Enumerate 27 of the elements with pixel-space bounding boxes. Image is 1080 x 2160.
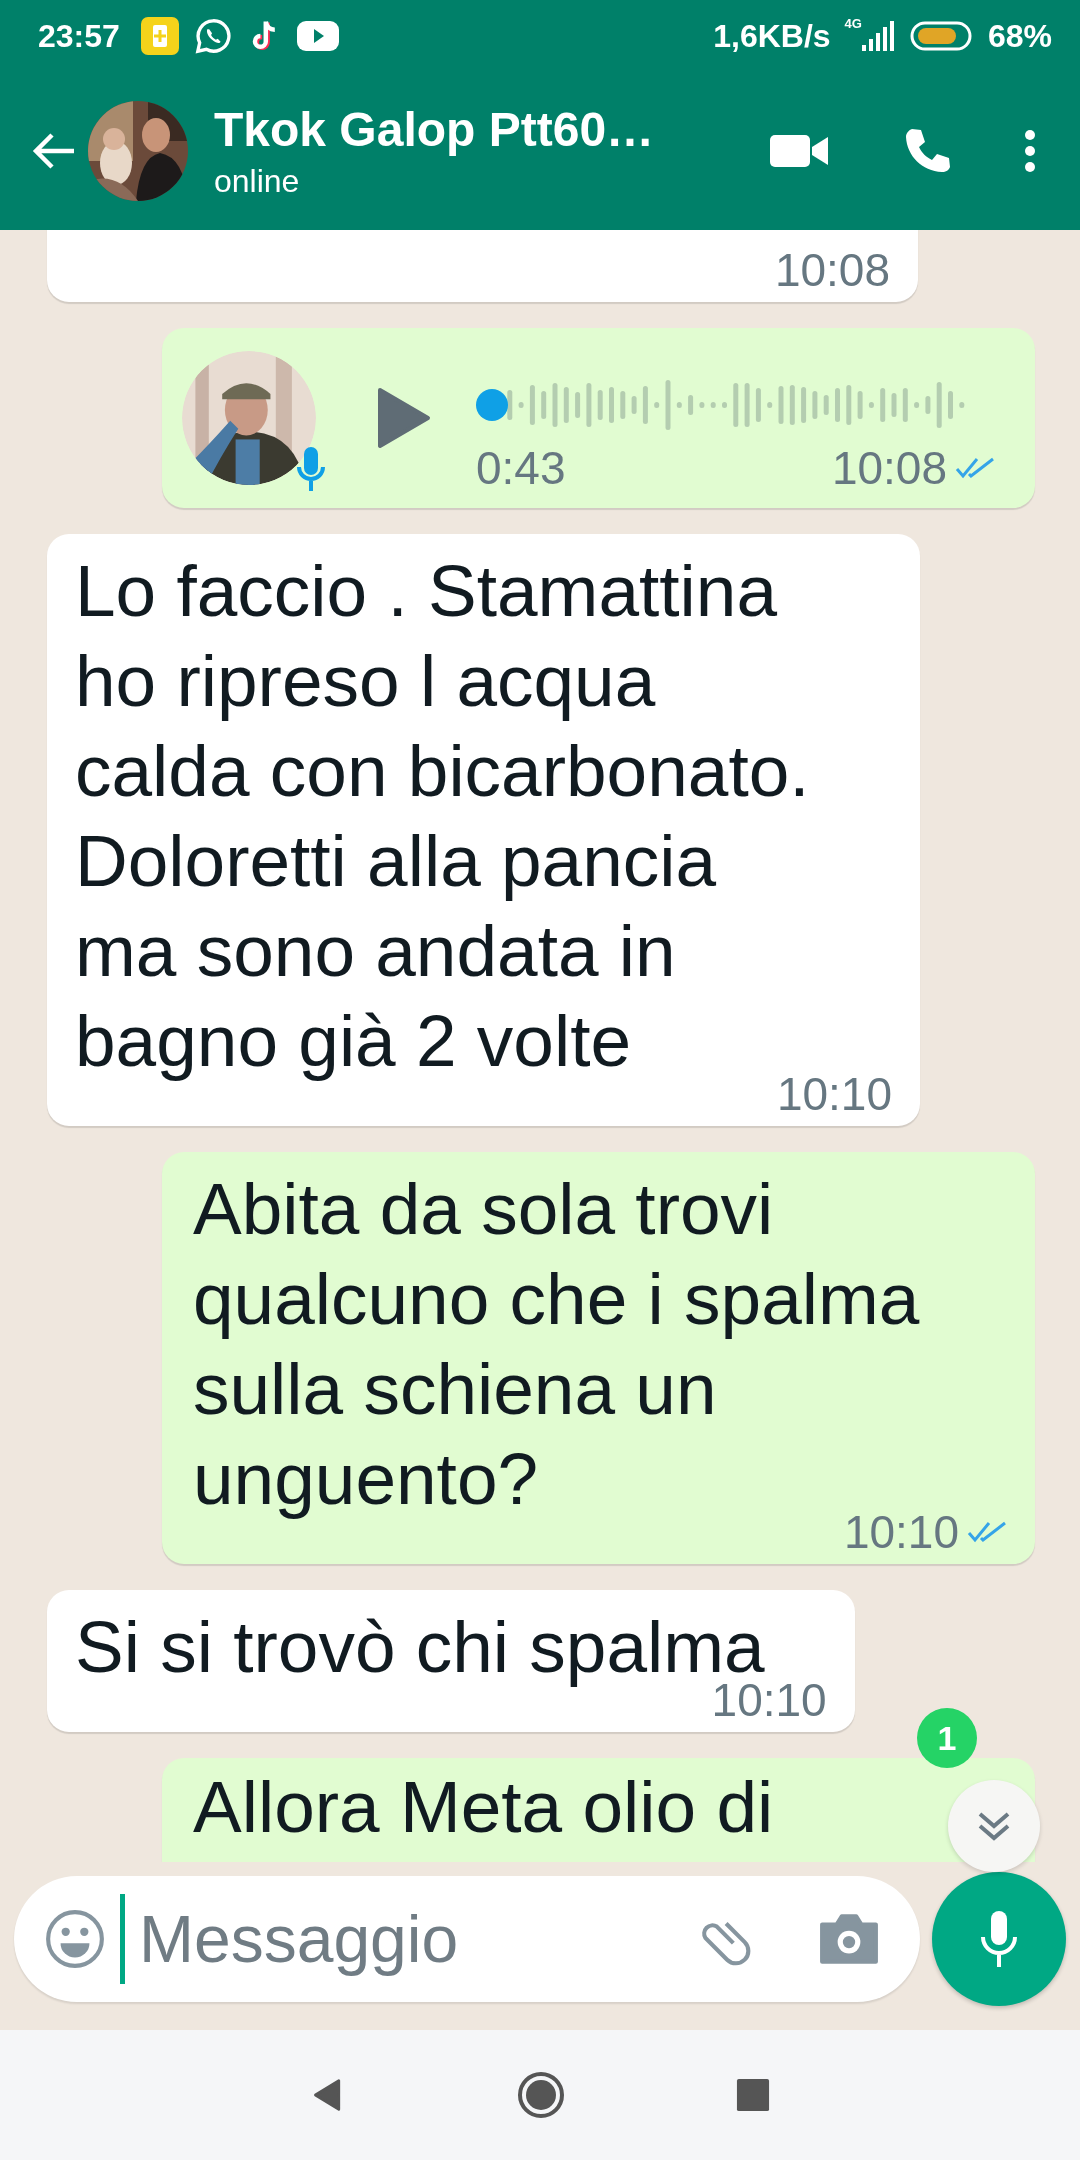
emoji-icon[interactable]	[44, 1908, 106, 1970]
network-type: 4G	[844, 16, 862, 31]
message-time: 10:08	[831, 441, 947, 495]
battery-plus-icon	[139, 16, 180, 56]
voice-duration: 0:43	[476, 441, 566, 495]
contact-name[interactable]: Tkok Galop Ptt60…	[214, 102, 734, 157]
battery-percent: 68%	[987, 17, 1052, 55]
message-text: Allora Meta olio di	[193, 1765, 774, 1849]
play-icon[interactable]	[376, 386, 432, 450]
network-speed: 1,6KB/s	[713, 17, 831, 55]
chat-bubble-phone-icon	[193, 17, 232, 55]
microphone-icon	[979, 1909, 1019, 1969]
home-icon[interactable]	[516, 2070, 566, 2120]
camera-icon[interactable]	[818, 1912, 880, 1966]
recents-icon[interactable]	[736, 2078, 770, 2112]
voice-message-bubble[interactable]: 0:43 10:08	[162, 328, 1035, 508]
more-options-icon[interactable]	[1024, 129, 1036, 173]
status-time: 23:57	[38, 17, 120, 55]
playback-thumb[interactable]	[476, 389, 508, 421]
battery-icon	[909, 21, 974, 51]
contact-status: online	[214, 163, 301, 200]
message-time: 10:08	[774, 248, 890, 292]
message-input-field[interactable]: Messaggio	[139, 1901, 678, 1977]
message-composer[interactable]: Messaggio	[14, 1876, 920, 2002]
unread-count-badge: 1	[917, 1708, 977, 1768]
play-video-icon	[295, 20, 340, 52]
signal-icon	[861, 21, 896, 51]
